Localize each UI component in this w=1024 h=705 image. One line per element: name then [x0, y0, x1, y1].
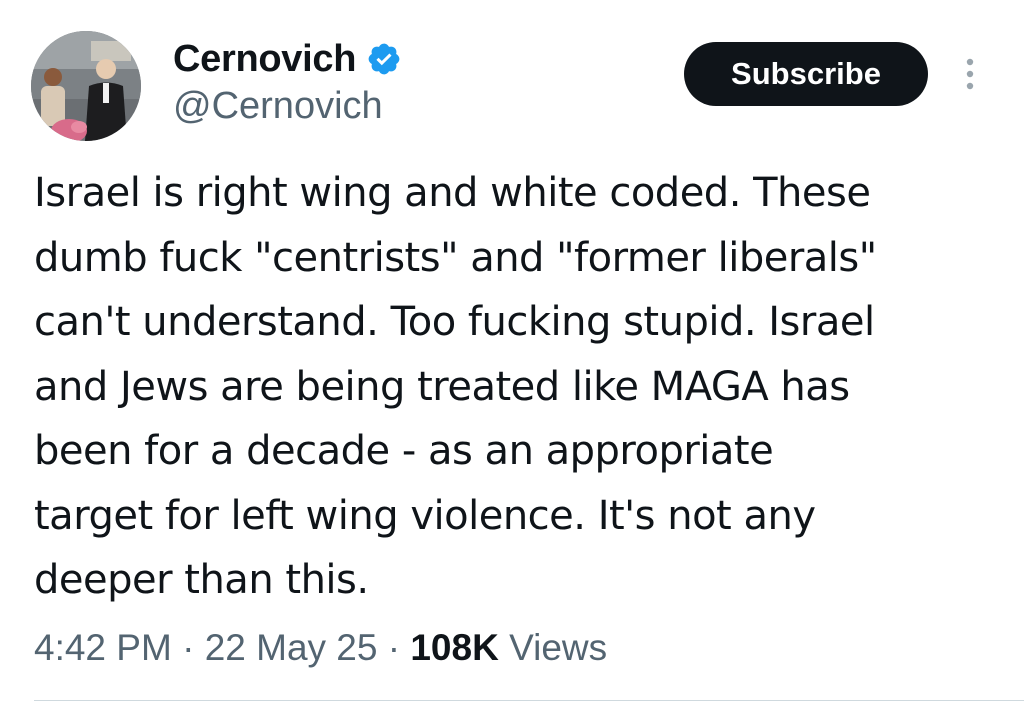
tweet-time[interactable]: 4:42 PM	[34, 627, 172, 668]
tweet-date[interactable]: 22 May 25	[205, 627, 378, 668]
subscribe-button[interactable]: Subscribe	[684, 42, 928, 106]
avatar-photo	[31, 31, 141, 141]
author-handle[interactable]: @Cernovich	[173, 82, 383, 130]
tweet-metadata: 4:42 PM · 22 May 25 · 108K Views	[34, 622, 607, 674]
verified-badge-icon	[366, 41, 402, 77]
meta-separator: ·	[387, 627, 411, 668]
author-display-name[interactable]: Cernovich	[173, 35, 356, 83]
tweet-text: Israel is right wing and white coded. Th…	[34, 170, 877, 603]
views-label: Views	[509, 627, 608, 668]
avatar[interactable]	[31, 31, 141, 141]
author-name-row: Cernovich	[173, 35, 402, 83]
more-vertical-icon[interactable]	[958, 56, 982, 92]
divider	[34, 700, 1024, 701]
views-count: 108K	[410, 627, 499, 668]
meta-separator: ·	[182, 627, 205, 668]
